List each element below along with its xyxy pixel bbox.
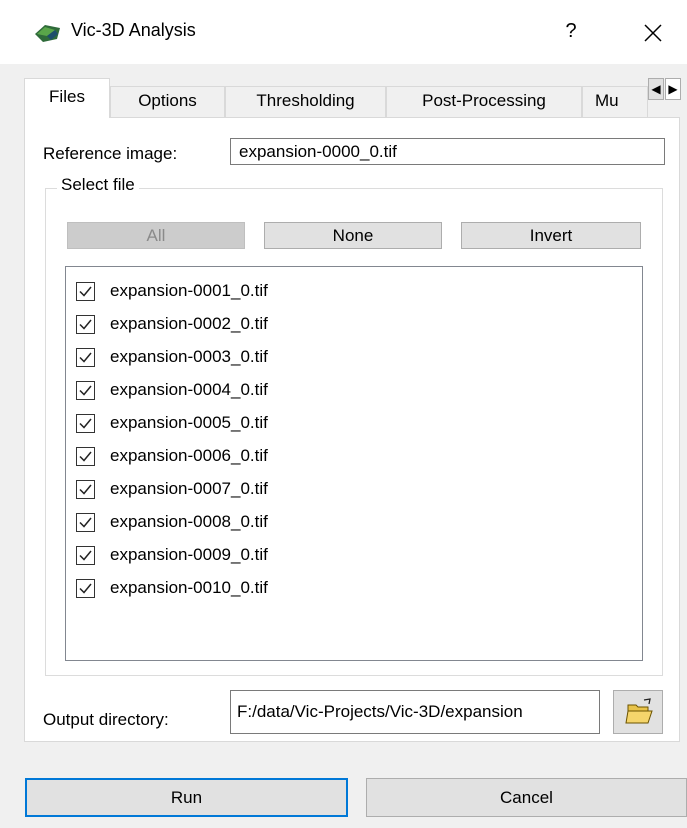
checkmark-icon: [79, 550, 92, 561]
checkmark-icon: [79, 583, 92, 594]
checkmark-icon: [79, 418, 92, 429]
checkmark-icon: [79, 286, 92, 297]
tab-files[interactable]: Files: [24, 78, 110, 118]
checkmark-icon: [79, 517, 92, 528]
files-panel: Reference image: expansion-0000_0.tif Se…: [24, 117, 680, 742]
select-file-title: Select file: [57, 175, 139, 195]
file-checkbox[interactable]: [76, 282, 95, 301]
checkmark-icon: [79, 484, 92, 495]
close-icon[interactable]: [636, 16, 670, 50]
file-checkbox[interactable]: [76, 579, 95, 598]
file-name: expansion-0008_0.tif: [110, 512, 268, 531]
tab-bar: Files Options Thresholding Post-Processi…: [24, 78, 681, 118]
title-bar: Vic-3D Analysis ?: [0, 0, 687, 64]
checkmark-icon: [79, 385, 92, 396]
window-title: Vic-3D Analysis: [71, 20, 196, 40]
file-name: expansion-0001_0.tif: [110, 281, 268, 300]
file-name: expansion-0009_0.tif: [110, 545, 268, 564]
file-name: expansion-0006_0.tif: [110, 446, 268, 465]
file-checkbox[interactable]: [76, 348, 95, 367]
output-directory-field[interactable]: F:/data/Vic-Projects/Vic-3D/expansion: [230, 690, 600, 734]
file-checkbox[interactable]: [76, 480, 95, 499]
file-name: expansion-0005_0.tif: [110, 413, 268, 432]
reference-image-label: Reference image:: [43, 144, 178, 163]
tab-scroll-left-icon[interactable]: ◀: [648, 78, 664, 100]
select-all-button[interactable]: All: [67, 222, 245, 249]
run-button[interactable]: Run: [25, 778, 348, 817]
file-name: expansion-0010_0.tif: [110, 578, 268, 597]
output-directory-label: Output directory:: [43, 710, 169, 729]
file-checkbox[interactable]: [76, 546, 95, 565]
invert-selection-button[interactable]: Invert: [461, 222, 641, 249]
tab-options[interactable]: Options: [110, 86, 225, 117]
reference-image-field[interactable]: expansion-0000_0.tif: [230, 138, 665, 165]
tab-post-processing[interactable]: Post-Processing: [386, 86, 582, 117]
help-button[interactable]: ?: [556, 16, 586, 46]
file-name: expansion-0002_0.tif: [110, 314, 268, 333]
file-checkbox[interactable]: [76, 513, 95, 532]
vic3d-logo-icon: [35, 25, 60, 42]
cancel-button[interactable]: Cancel: [366, 778, 687, 817]
file-name: expansion-0003_0.tif: [110, 347, 268, 366]
checkmark-icon: [79, 451, 92, 462]
open-folder-icon: [625, 698, 653, 724]
tab-scroll-right-icon[interactable]: ▶: [665, 78, 681, 100]
checkmark-icon: [79, 319, 92, 330]
file-checkbox[interactable]: [76, 447, 95, 466]
file-name: expansion-0007_0.tif: [110, 479, 268, 498]
browse-folder-button[interactable]: [613, 690, 663, 734]
tab-mu[interactable]: Mu: [582, 86, 648, 117]
file-checkbox[interactable]: [76, 381, 95, 400]
file-checkbox[interactable]: [76, 414, 95, 433]
tab-thresholding[interactable]: Thresholding: [225, 86, 386, 117]
checkmark-icon: [79, 352, 92, 363]
file-name: expansion-0004_0.tif: [110, 380, 268, 399]
select-none-button[interactable]: None: [264, 222, 442, 249]
file-list[interactable]: expansion-0001_0.tif expansion-0002_0.tif…: [65, 266, 643, 661]
file-checkbox[interactable]: [76, 315, 95, 334]
